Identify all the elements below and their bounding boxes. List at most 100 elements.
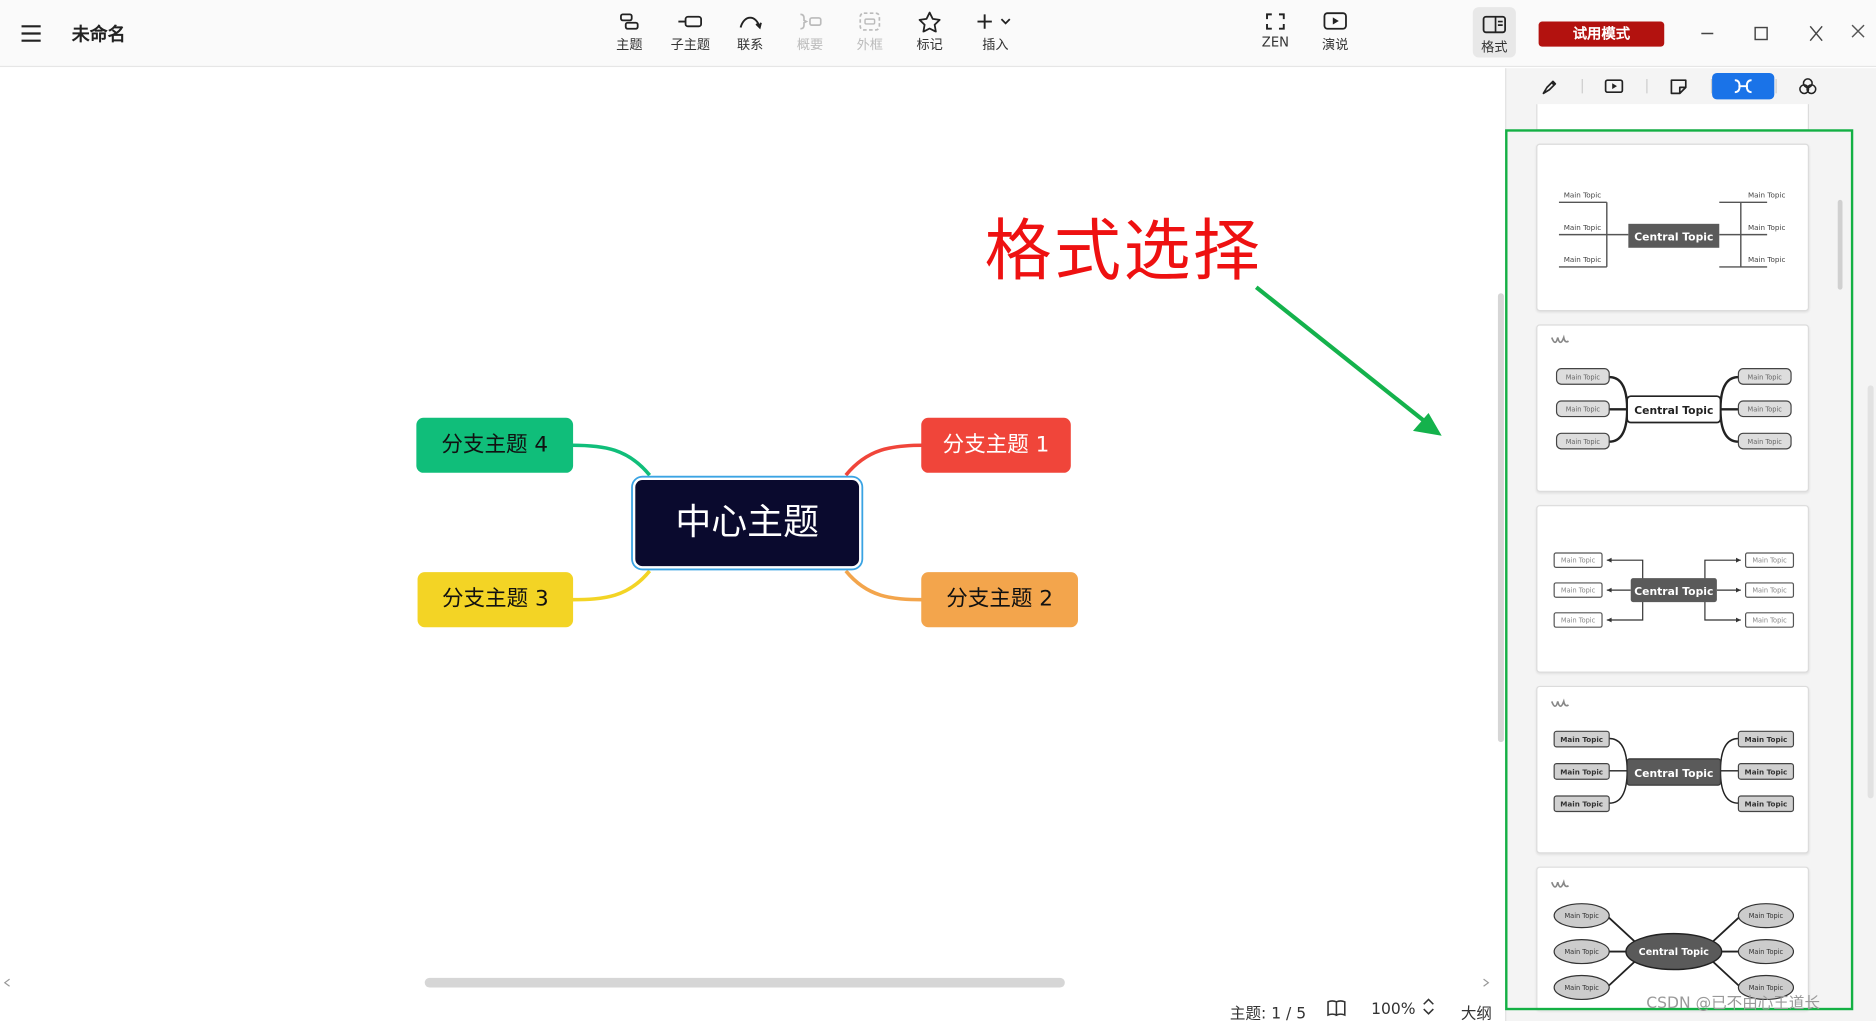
maximize-button[interactable] — [1748, 22, 1774, 46]
thumb-main-label: Main Topic — [1561, 557, 1596, 565]
structure-thumbnail-5: Central Topic Main Topic Main Topic Main… — [1550, 879, 1795, 1001]
zoom-level[interactable]: 100% — [1371, 1001, 1415, 1019]
hand-drawn-style-icon — [1550, 879, 1569, 888]
thumb-main-label: Main Topic — [1560, 800, 1603, 809]
insert-tool-button[interactable]: 插入 — [969, 11, 1022, 59]
horizontal-scroll-thumb[interactable] — [424, 977, 1065, 988]
trial-mode-button[interactable]: 试用模式 — [1538, 21, 1665, 47]
structure-card-4[interactable]: Central Topic Main Topic Main Topic Main… — [1536, 685, 1810, 854]
relationship-icon — [739, 16, 762, 30]
thumb-main-label: Main Topic — [1748, 438, 1783, 446]
thumb-main-label: Main Topic — [1745, 800, 1788, 809]
thumb-main-label: Main Topic — [1565, 984, 1600, 992]
star-icon — [918, 11, 941, 33]
relationship-tool-button[interactable]: 联系 — [724, 11, 777, 59]
maximize-icon — [1754, 26, 1768, 41]
theme-tab[interactable] — [1777, 73, 1839, 99]
outer-close-button[interactable] — [1850, 22, 1867, 39]
pitch-slide-tab[interactable] — [1583, 73, 1645, 99]
structure-thumbnail-2: Central Topic Main Topic Main Topic Main… — [1550, 334, 1792, 450]
vertical-scroll-thumb[interactable] — [1497, 293, 1504, 743]
thumb-main-label: Main Topic — [1566, 406, 1601, 414]
structure-tab[interactable] — [1712, 73, 1775, 100]
connector-branch-2 — [844, 569, 924, 602]
structure-thumbnail-3: Central Topic Main Topic Main Topic Main… — [1553, 552, 1795, 628]
top-toolbar: 未命名 主题 子主题 联系 概要 外框 标记 插入 ZEN 演说 格式 试用模式 — [0, 0, 1876, 68]
pitch-slide-icon — [1604, 79, 1624, 94]
hand-drawn-style-icon — [1550, 334, 1569, 344]
structure-card-2[interactable]: Central Topic Main Topic Main Topic Main… — [1536, 324, 1810, 492]
boundary-tool-button[interactable]: 外框 — [843, 11, 896, 59]
close-icon — [1809, 25, 1823, 42]
central-topic-node[interactable]: 中心主题 — [635, 479, 860, 567]
subtopic-icon — [678, 15, 703, 28]
branch-topic-4[interactable]: 分支主题 4 — [416, 417, 574, 473]
format-panel: Central Topic Main Topic Main Topic Main… — [1505, 68, 1876, 1021]
thumb-main-label: Main Topic — [1748, 190, 1785, 199]
thumb-main-label: Main Topic — [1745, 735, 1788, 744]
thumb-main-label: Main Topic — [1564, 190, 1601, 199]
thumb-main-label: Main Topic — [1749, 912, 1784, 920]
subtopic-tool-label: 子主题 — [670, 37, 711, 53]
thumb-main-label: Main Topic — [1564, 255, 1601, 264]
structure-thumbnail-4: Central Topic Main Topic Main Topic Main… — [1550, 698, 1795, 813]
structure-card-5[interactable]: Central Topic Main Topic Main Topic Main… — [1536, 866, 1810, 1011]
connector-branch-1 — [844, 443, 924, 477]
structure-card-3[interactable]: Central Topic Main Topic Main Topic Main… — [1536, 505, 1810, 673]
panel-scroll-thumb[interactable] — [1837, 199, 1843, 290]
thumb-main-label: Main Topic — [1560, 735, 1603, 744]
fullscreen-icon — [1266, 13, 1285, 30]
summary-tool-button[interactable]: 概要 — [784, 11, 837, 59]
thumb-main-label: Main Topic — [1752, 586, 1787, 594]
style-tab[interactable] — [1518, 73, 1580, 99]
sticker-icon — [1670, 79, 1687, 95]
theme-palette-icon — [1799, 78, 1817, 95]
style-brush-icon — [1542, 80, 1557, 95]
thumb-main-label: Main Topic — [1748, 373, 1783, 381]
thumb-main-label: Main Topic — [1745, 767, 1788, 776]
close-window-button[interactable] — [1803, 22, 1829, 46]
relationship-tool-label: 联系 — [737, 37, 764, 53]
map-view-button[interactable] — [1326, 998, 1348, 1021]
zen-tool-label: ZEN — [1261, 34, 1289, 51]
structure-icon — [1734, 79, 1752, 94]
format-panel-button[interactable]: 格式 — [1472, 7, 1516, 58]
sticker-tab[interactable] — [1647, 73, 1709, 99]
zoom-stepper[interactable] — [1421, 996, 1435, 1021]
thumb-central-label: Central Topic — [1634, 231, 1713, 244]
branch-topic-2[interactable]: 分支主题 2 — [921, 572, 1078, 628]
structure-card-1[interactable]: Central Topic Main Topic Main Topic Main… — [1536, 143, 1810, 312]
outline-button[interactable]: 大纲 — [1461, 1001, 1492, 1021]
thumb-central-label: Central Topic — [1634, 404, 1713, 417]
zen-tool-button[interactable]: ZEN — [1249, 11, 1302, 59]
connector-branch-3 — [571, 569, 652, 602]
topic-tool-button[interactable]: 主题 — [603, 11, 656, 59]
marker-tool-label: 标记 — [916, 37, 943, 53]
book-icon — [1327, 1000, 1346, 1017]
hamburger-menu-icon[interactable] — [19, 22, 43, 46]
thumb-main-label: Main Topic — [1752, 616, 1787, 624]
thumb-main-label: Main Topic — [1561, 616, 1596, 624]
thumb-main-label: Main Topic — [1748, 223, 1785, 232]
thumb-main-label: Main Topic — [1748, 255, 1785, 264]
marker-tool-button[interactable]: 标记 — [903, 11, 956, 59]
panel-layout-icon — [1482, 15, 1507, 34]
mindmap-canvas[interactable]: 中心主题 分支主题 1 分支主题 2 分支主题 3 分支主题 4 格式选择 — [0, 68, 1496, 990]
subtopic-tool-button[interactable]: 子主题 — [664, 11, 717, 59]
minimize-icon — [1701, 32, 1714, 35]
canvas-vertical-scrollbar[interactable] — [1496, 72, 1506, 976]
thumb-main-label: Main Topic — [1566, 373, 1601, 381]
outer-scroll-thumb[interactable] — [1867, 385, 1874, 799]
thumb-central-label: Central Topic — [1639, 947, 1710, 958]
thumb-central-label: Central Topic — [1634, 767, 1713, 780]
branch-topic-3[interactable]: 分支主题 3 — [417, 572, 574, 628]
canvas-horizontal-scrollbar[interactable] — [0, 976, 1496, 990]
thumb-main-label: Main Topic — [1561, 586, 1596, 594]
branch-topic-1[interactable]: 分支主题 1 — [921, 417, 1071, 473]
insert-tool-label: 插入 — [982, 37, 1009, 53]
pitch-tool-button[interactable]: 演说 — [1309, 11, 1362, 59]
topic-icon — [620, 13, 639, 30]
minimize-button[interactable] — [1694, 22, 1720, 46]
boundary-icon — [859, 12, 881, 31]
structure-card-partial[interactable] — [1536, 104, 1810, 131]
